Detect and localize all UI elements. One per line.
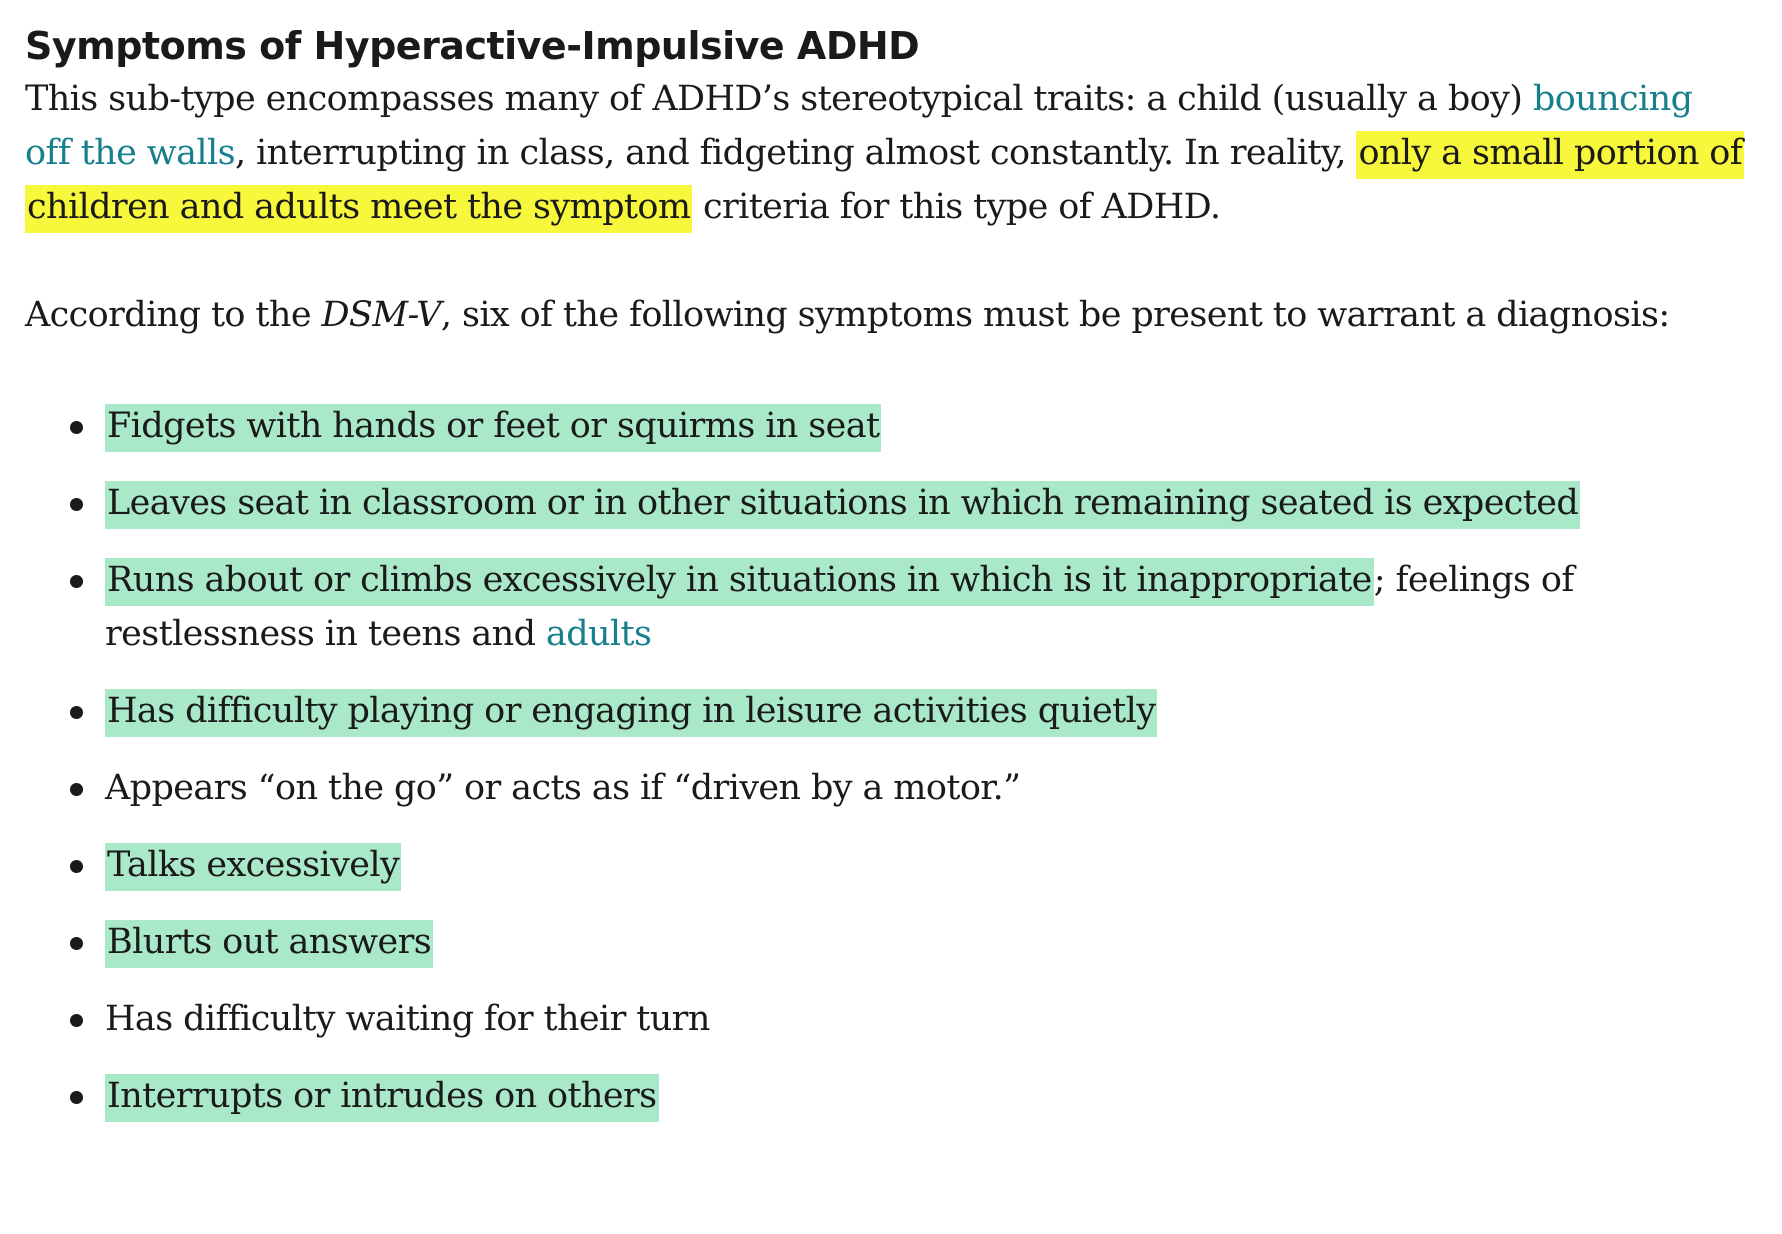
intro-text: This sub-type encompasses many of ADHD’s… (25, 79, 1533, 119)
bullet-icon (70, 783, 83, 796)
section-heading: Symptoms of Hyperactive-Impulsive ADHD (25, 24, 920, 68)
criteria-text: , six of the following symptoms must be … (440, 295, 1670, 335)
bullet-icon (70, 421, 83, 434)
list-item: Appears “on the go” or acts as if “drive… (70, 761, 1745, 815)
symptom-list: Fidgets with hands or feet or squirms in… (25, 399, 1745, 1123)
criteria-paragraph: According to the DSM-V, six of the follo… (25, 288, 1745, 342)
list-item: Blurts out answers (70, 915, 1745, 969)
list-item: Interrupts or intrudes on others (70, 1069, 1745, 1123)
list-item: Has difficulty playing or engaging in le… (70, 684, 1745, 738)
bullet-icon (70, 498, 83, 511)
bullet-icon (70, 1014, 83, 1027)
intro-paragraph: This sub-type encompasses many of ADHD’s… (25, 72, 1745, 234)
symptom-text: Appears “on the go” or acts as if “drive… (105, 768, 1021, 808)
symptom-text[interactable]: Interrupts or intrudes on others (105, 1074, 659, 1122)
bullet-icon (70, 937, 83, 950)
article: Symptoms of Hyperactive-Impulsive ADHD T… (25, 20, 1745, 1146)
intro-text: criteria for this type of ADHD. (692, 187, 1221, 227)
list-item: Runs about or climbs excessively in situ… (70, 553, 1745, 661)
bullet-icon (70, 860, 83, 873)
list-item: Fidgets with hands or feet or squirms in… (70, 399, 1745, 453)
symptom-text[interactable]: Blurts out answers (105, 920, 434, 968)
symptom-text[interactable]: Leaves seat in classroom or in other sit… (105, 481, 1581, 529)
bullet-icon (70, 1091, 83, 1104)
symptom-text: Has difficulty waiting for their turn (105, 999, 710, 1039)
intro-text: , interrupting in class, and fidgeting a… (234, 133, 1357, 173)
adults-link[interactable]: adults (546, 614, 652, 654)
symptom-text[interactable]: Talks excessively (105, 843, 402, 891)
dsm-title: DSM-V (321, 295, 441, 335)
list-item: Leaves seat in classroom or in other sit… (70, 476, 1745, 530)
list-item: Talks excessively (70, 838, 1745, 892)
symptom-text[interactable]: Runs about or climbs excessively in situ… (105, 558, 1374, 606)
symptom-text[interactable]: Has difficulty playing or engaging in le… (105, 689, 1158, 737)
symptom-text[interactable]: Fidgets with hands or feet or squirms in… (105, 404, 882, 452)
list-item: Has difficulty waiting for their turn (70, 992, 1745, 1046)
bullet-icon (70, 706, 83, 719)
criteria-text: According to the (25, 295, 322, 335)
bullet-icon (70, 575, 83, 588)
